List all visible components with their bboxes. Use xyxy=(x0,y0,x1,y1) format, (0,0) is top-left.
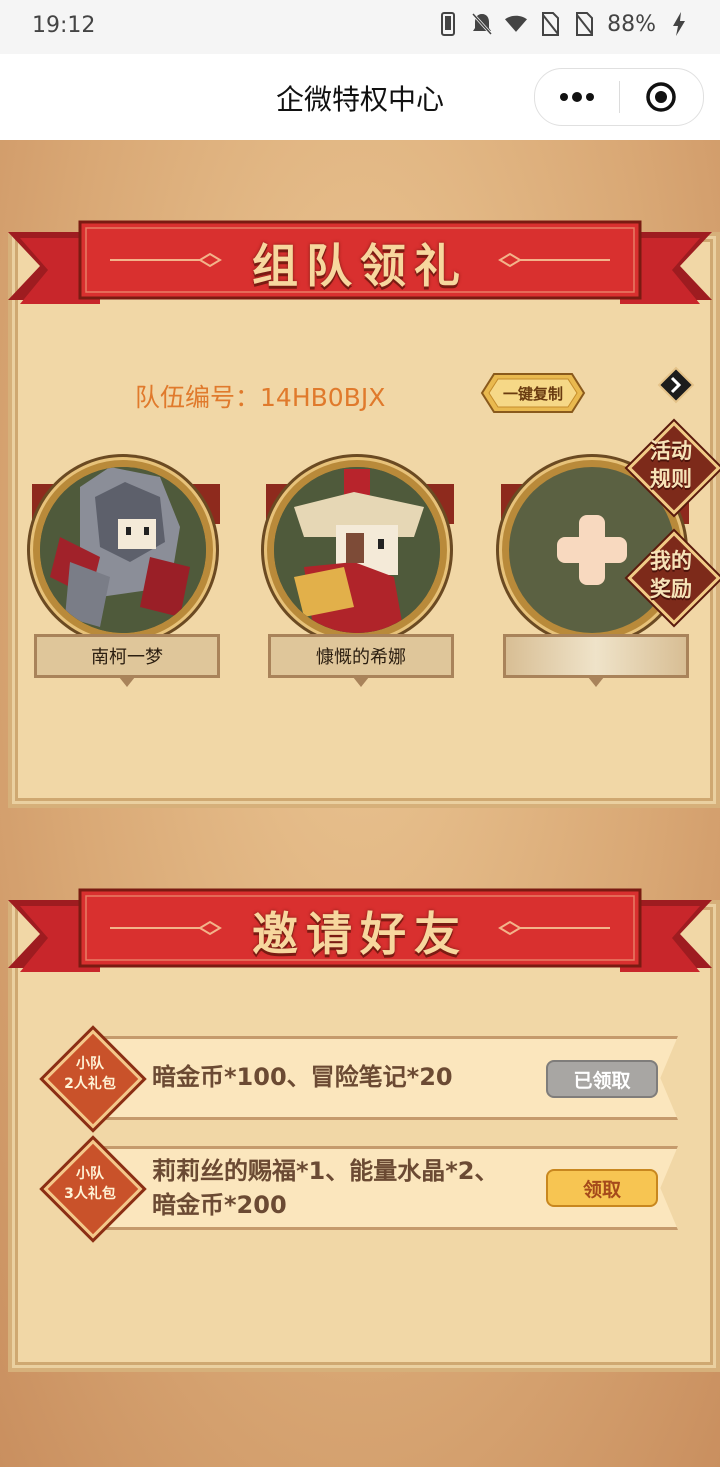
nav-bar: 企微特权中心 xyxy=(0,54,720,141)
copy-button-label: 一键复制 xyxy=(502,384,563,403)
badge-line1: 小队 xyxy=(76,1166,104,1182)
rewards-label-line1: 我的 xyxy=(650,549,692,573)
reward-row: 小队 3人礼包 莉莉丝的赐福*1、能量水晶*2、 暗金币*200 领取 xyxy=(42,1139,678,1239)
member-avatar xyxy=(267,460,447,640)
team-member-slot[interactable]: 南柯一梦 xyxy=(28,460,224,690)
more-dots-icon xyxy=(559,92,594,102)
member-name: 慷慨的希娜 xyxy=(268,634,454,687)
status-icons: 88% xyxy=(437,11,690,37)
claim-button[interactable]: 领取 xyxy=(546,1169,658,1207)
invite-banner-title: 邀请好友 xyxy=(252,907,468,961)
charging-icon xyxy=(668,11,690,37)
team-banner: 组队领礼 xyxy=(0,212,720,322)
battery-percent: 88% xyxy=(607,11,656,37)
my-rewards-button[interactable]: 我的 奖励 xyxy=(627,531,720,625)
team-banner-title: 组队领礼 xyxy=(252,239,468,293)
member-name xyxy=(503,634,689,687)
copy-team-id-button[interactable]: 一键复制 xyxy=(480,372,586,414)
sim-off-icon-2 xyxy=(573,11,595,37)
team-size-badge: 小队 2人礼包 xyxy=(43,1029,143,1129)
bell-muted-icon xyxy=(471,11,493,37)
badge-line2: 3人礼包 xyxy=(64,1186,116,1202)
team-id-label: 队伍编号： xyxy=(135,383,261,412)
phone-icon xyxy=(437,11,459,37)
status-bar: 19:12 88% xyxy=(0,0,720,54)
wifi-icon xyxy=(505,11,528,37)
reward-description: 暗金币*100、冒险笔记*20 xyxy=(152,1060,453,1094)
badge-text: 小队 2人礼包 xyxy=(44,1054,136,1094)
reward-text-line1: 莉莉丝的赐福*1、能量水晶*2、 xyxy=(152,1157,499,1185)
armored-knight-avatar-icon xyxy=(40,467,206,633)
rewards-label-line2: 奖励 xyxy=(650,577,692,601)
status-time: 19:12 xyxy=(32,13,96,38)
team-member-slot[interactable]: 慷慨的希娜 xyxy=(262,460,458,690)
rewards-label: 我的 奖励 xyxy=(636,547,706,603)
miniapp-capsule xyxy=(534,68,704,126)
reward-row: 小队 2人礼包 暗金币*100、冒险笔记*20 已领取 xyxy=(42,1029,678,1129)
rules-label-line2: 规则 xyxy=(650,467,692,491)
target-close-icon xyxy=(646,82,676,112)
team-id-line: 队伍编号：14HB0BJX xyxy=(135,378,385,414)
red-warrior-avatar-icon xyxy=(274,467,440,633)
reward-description: 莉莉丝的赐福*1、能量水晶*2、 暗金币*200 xyxy=(152,1154,512,1222)
invite-banner: 邀请好友 xyxy=(0,880,720,990)
member-name: 南柯一梦 xyxy=(34,634,220,687)
sim-off-icon xyxy=(539,11,561,37)
claimed-button[interactable]: 已领取 xyxy=(546,1060,658,1098)
next-arrow-button[interactable] xyxy=(656,365,696,405)
member-avatar xyxy=(33,460,213,640)
team-id-value: 14HB0BJX xyxy=(260,383,386,412)
rules-label: 活动 规则 xyxy=(636,437,706,493)
chevron-right-icon xyxy=(657,366,695,404)
badge-text: 小队 3人礼包 xyxy=(44,1164,136,1204)
more-button[interactable] xyxy=(535,69,619,125)
reward-text-line2: 暗金币*200 xyxy=(152,1191,287,1219)
badge-line1: 小队 xyxy=(76,1056,104,1072)
team-size-badge: 小队 3人礼包 xyxy=(43,1139,143,1239)
rules-label-line1: 活动 xyxy=(650,439,692,463)
close-miniapp-button[interactable] xyxy=(620,69,704,125)
activity-rules-button[interactable]: 活动 规则 xyxy=(627,421,720,515)
badge-line2: 2人礼包 xyxy=(64,1076,116,1092)
reward-text-line1: 暗金币*100、冒险笔记*20 xyxy=(152,1063,453,1091)
